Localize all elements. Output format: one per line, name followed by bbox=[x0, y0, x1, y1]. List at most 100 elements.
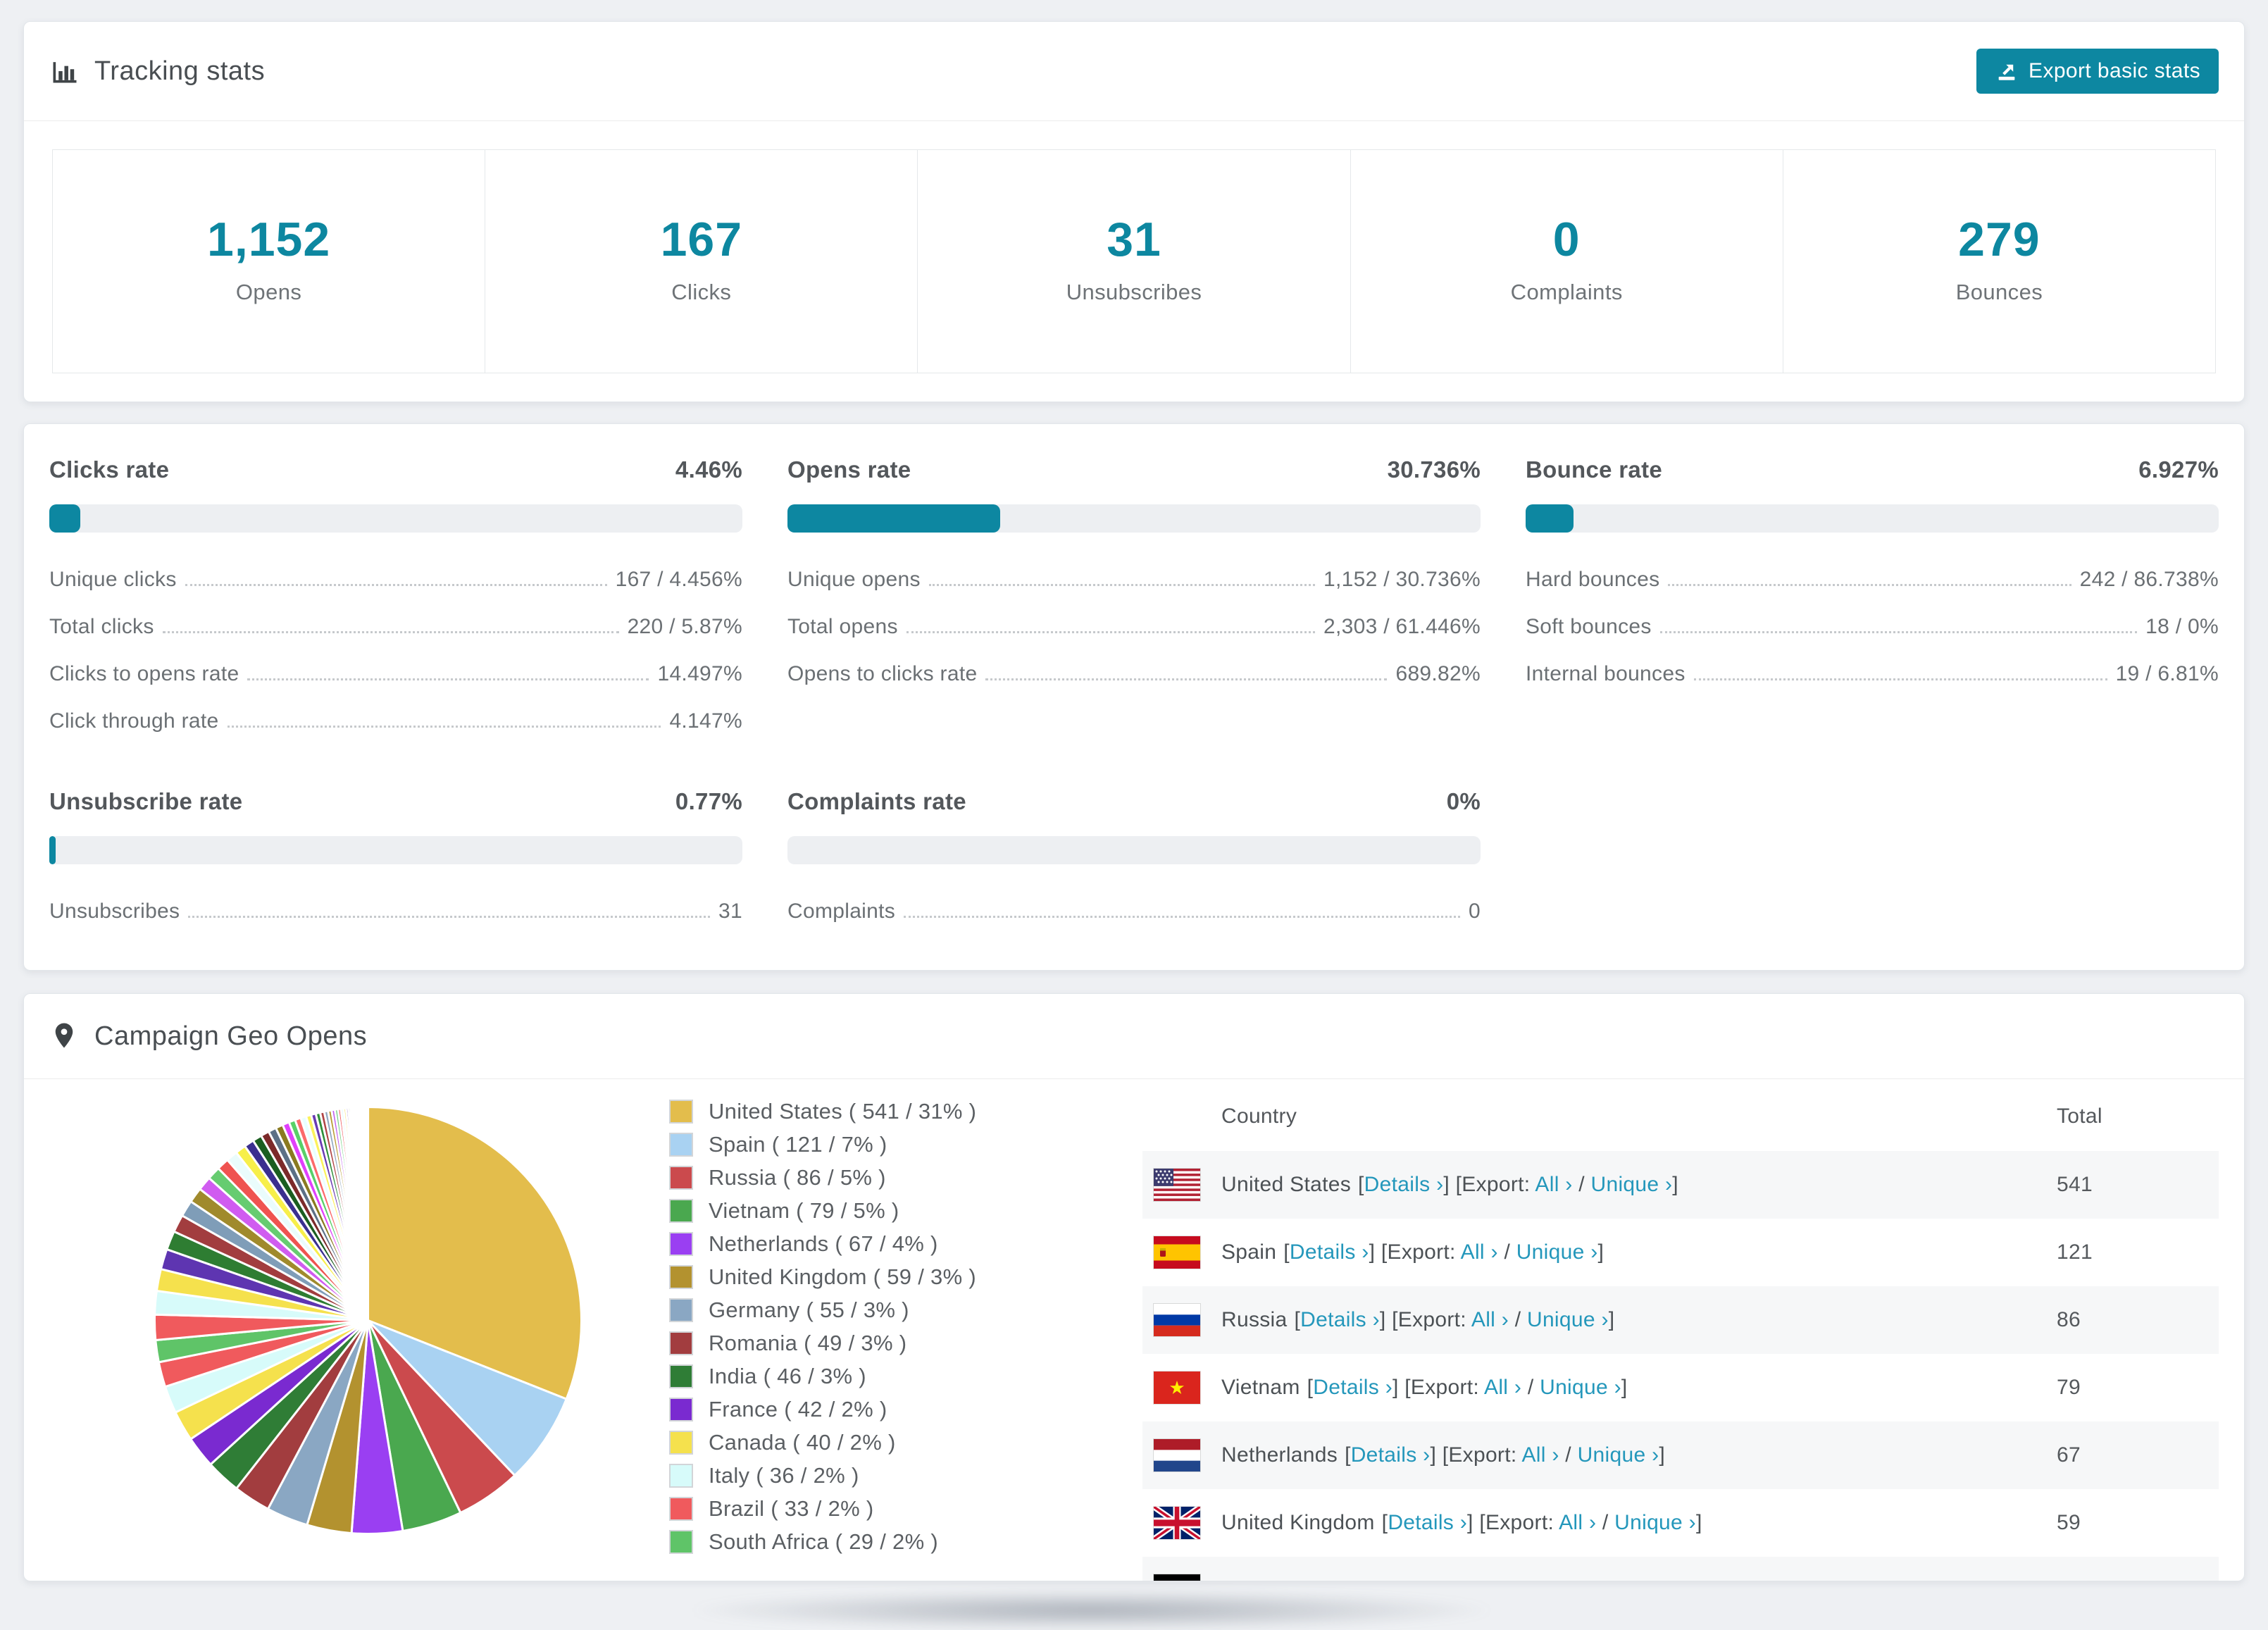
stat-cell-bounces: 279 Bounces bbox=[1782, 150, 2215, 373]
metric-label: Soft bounces bbox=[1526, 615, 1652, 638]
details-link[interactable]: Details › bbox=[1388, 1511, 1467, 1534]
metric-value: 242 / 86.738% bbox=[2079, 568, 2219, 591]
dotted-leader bbox=[162, 631, 619, 633]
legend-label: India ( 46 / 3% ) bbox=[709, 1364, 866, 1388]
geo-pie-wrap bbox=[49, 1079, 669, 1541]
legend-label: Brazil ( 33 / 2% ) bbox=[709, 1496, 874, 1521]
export-all-link[interactable]: All › bbox=[1559, 1511, 1596, 1534]
rate-value: 0.77% bbox=[675, 788, 742, 814]
rate-value: 6.927% bbox=[2138, 456, 2219, 483]
metric-value: 19 / 6.81% bbox=[2115, 662, 2219, 685]
export-unique-link[interactable]: Unique › bbox=[1527, 1308, 1609, 1331]
legend-swatch bbox=[669, 1464, 693, 1488]
stat-cell-complaints: 0 Complaints bbox=[1350, 150, 1783, 373]
rate-block-bounce-rate: Bounce rate 6.927% Hard bounces 242 / 86… bbox=[1526, 456, 2219, 733]
export-all-link[interactable]: All › bbox=[1521, 1443, 1559, 1467]
metric-label: Hard bounces bbox=[1526, 568, 1660, 591]
details-link[interactable]: Details › bbox=[1300, 1308, 1380, 1331]
table-row-vn: Vietnam [Details ›] [Export: All › / Uniq… bbox=[1142, 1354, 2219, 1421]
details-link[interactable]: Details › bbox=[1364, 1173, 1444, 1196]
export-unique-link[interactable]: Unique › bbox=[1540, 1376, 1621, 1399]
table-row-nl: Netherlands [Details ›] [Export: All › / … bbox=[1142, 1421, 2219, 1489]
metric-row: Internal bounces 19 / 6.81% bbox=[1526, 662, 2219, 686]
dotted-leader bbox=[1693, 678, 2107, 680]
legend-swatch bbox=[669, 1398, 693, 1421]
legend-item-france: France ( 42 / 2% ) bbox=[669, 1397, 1142, 1422]
legend-swatch bbox=[669, 1431, 693, 1455]
country-flag-icon bbox=[1154, 1304, 1200, 1336]
export-unique-link[interactable]: Unique › bbox=[1516, 1240, 1598, 1264]
export-unique-link[interactable]: Unique › bbox=[1591, 1173, 1673, 1196]
details-link[interactable]: Details › bbox=[1313, 1376, 1392, 1399]
export-all-link[interactable]: All › bbox=[1461, 1240, 1498, 1264]
metric-label: Unique opens bbox=[787, 568, 921, 591]
legend-label: Netherlands ( 67 / 4% ) bbox=[709, 1231, 938, 1256]
country-total: 541 bbox=[2057, 1173, 2093, 1196]
metric-value: 0 bbox=[1469, 900, 1481, 923]
details-link[interactable]: Details › bbox=[1323, 1579, 1402, 1581]
progress-track bbox=[1526, 504, 2219, 533]
progress-track bbox=[787, 836, 1481, 864]
metric-value: 689.82% bbox=[1395, 662, 1481, 685]
country-name: Spain bbox=[1221, 1240, 1277, 1264]
legend-label: France ( 42 / 2% ) bbox=[709, 1397, 887, 1421]
export-basic-stats-button[interactable]: Export basic stats bbox=[1976, 49, 2219, 94]
legend-item-russia: Russia ( 86 / 5% ) bbox=[669, 1165, 1142, 1190]
details-link[interactable]: Details › bbox=[1351, 1443, 1431, 1467]
export-unique-link[interactable]: Unique › bbox=[1614, 1511, 1696, 1534]
metric-row: Total clicks 220 / 5.87% bbox=[49, 615, 742, 639]
metric-value: 18 / 0% bbox=[2145, 615, 2219, 638]
export-all-link[interactable]: All › bbox=[1471, 1308, 1509, 1331]
rate-rows: Hard bounces 242 / 86.738% Soft bounces … bbox=[1526, 568, 2219, 686]
metric-row: Hard bounces 242 / 86.738% bbox=[1526, 568, 2219, 592]
country-name: United Kingdom bbox=[1221, 1511, 1375, 1534]
metric-value: 167 / 4.456% bbox=[615, 568, 742, 591]
geo-pie-chart[interactable] bbox=[148, 1100, 588, 1541]
table-row-gb: United Kingdom [Details ›] [Export: All ›… bbox=[1142, 1489, 2219, 1557]
export-all-link[interactable]: All › bbox=[1494, 1579, 1531, 1581]
country-name: Germany bbox=[1221, 1579, 1309, 1581]
dotted-leader bbox=[188, 916, 711, 918]
legend-swatch bbox=[669, 1497, 693, 1521]
metric-row: Clicks to opens rate 14.497% bbox=[49, 662, 742, 686]
legend-item-romania: Romania ( 49 / 3% ) bbox=[669, 1331, 1142, 1356]
dotted-leader bbox=[985, 678, 1388, 680]
rate-value: 30.736% bbox=[1387, 456, 1481, 483]
details-link[interactable]: Details › bbox=[1290, 1240, 1369, 1264]
pie-slice-other-48[interactable] bbox=[366, 1105, 370, 1321]
metric-value: 2,303 / 61.446% bbox=[1323, 615, 1481, 638]
metric-label: Complaints bbox=[787, 900, 896, 923]
dashboard-page: { "app": { "background": "#eef0f3", "acc… bbox=[0, 0, 2268, 1630]
legend-item-spain: Spain ( 121 / 7% ) bbox=[669, 1132, 1142, 1157]
rate-title: Unsubscribe rate bbox=[49, 788, 243, 814]
progress-fill bbox=[1526, 504, 1574, 533]
legend-item-italy: Italy ( 36 / 2% ) bbox=[669, 1463, 1142, 1488]
export-all-link[interactable]: All › bbox=[1535, 1173, 1572, 1196]
dotted-leader bbox=[928, 584, 1315, 586]
stat-value: 1,152 bbox=[207, 213, 331, 266]
dotted-leader bbox=[227, 726, 661, 728]
dotted-leader bbox=[1668, 584, 2071, 586]
dotted-leader bbox=[904, 916, 1460, 918]
table-row-ru: Russia [Details ›] [Export: All › / Uniqu… bbox=[1142, 1286, 2219, 1354]
legend-label: United States ( 541 / 31% ) bbox=[709, 1099, 977, 1124]
progress-fill bbox=[49, 504, 80, 533]
legend-swatch bbox=[669, 1166, 693, 1190]
rate-value: 0% bbox=[1446, 788, 1481, 814]
stat-cell-unsubscribes: 31 Unsubscribes bbox=[917, 150, 1350, 373]
metric-row: Click through rate 4.147% bbox=[49, 709, 742, 733]
dotted-leader bbox=[185, 584, 607, 586]
rate-block-clicks-rate: Clicks rate 4.46% Unique clicks 167 / 4.… bbox=[49, 456, 742, 733]
stat-value: 279 bbox=[1958, 213, 2040, 266]
export-unique-link[interactable]: Unique › bbox=[1550, 1579, 1631, 1581]
export-all-link[interactable]: All › bbox=[1484, 1376, 1521, 1399]
bar-chart-icon bbox=[49, 56, 80, 87]
export-unique-link[interactable]: Unique › bbox=[1578, 1443, 1659, 1467]
metric-row: Unsubscribes 31 bbox=[49, 900, 742, 923]
country-name: United States bbox=[1221, 1173, 1352, 1196]
legend-label: Romania ( 49 / 3% ) bbox=[709, 1331, 907, 1355]
country-flag-icon bbox=[1154, 1236, 1200, 1269]
metric-value: 4.147% bbox=[669, 709, 742, 733]
geo-content: United States ( 541 / 31% ) Spain ( 121 … bbox=[24, 1079, 2244, 1581]
rate-title: Bounce rate bbox=[1526, 456, 1663, 483]
